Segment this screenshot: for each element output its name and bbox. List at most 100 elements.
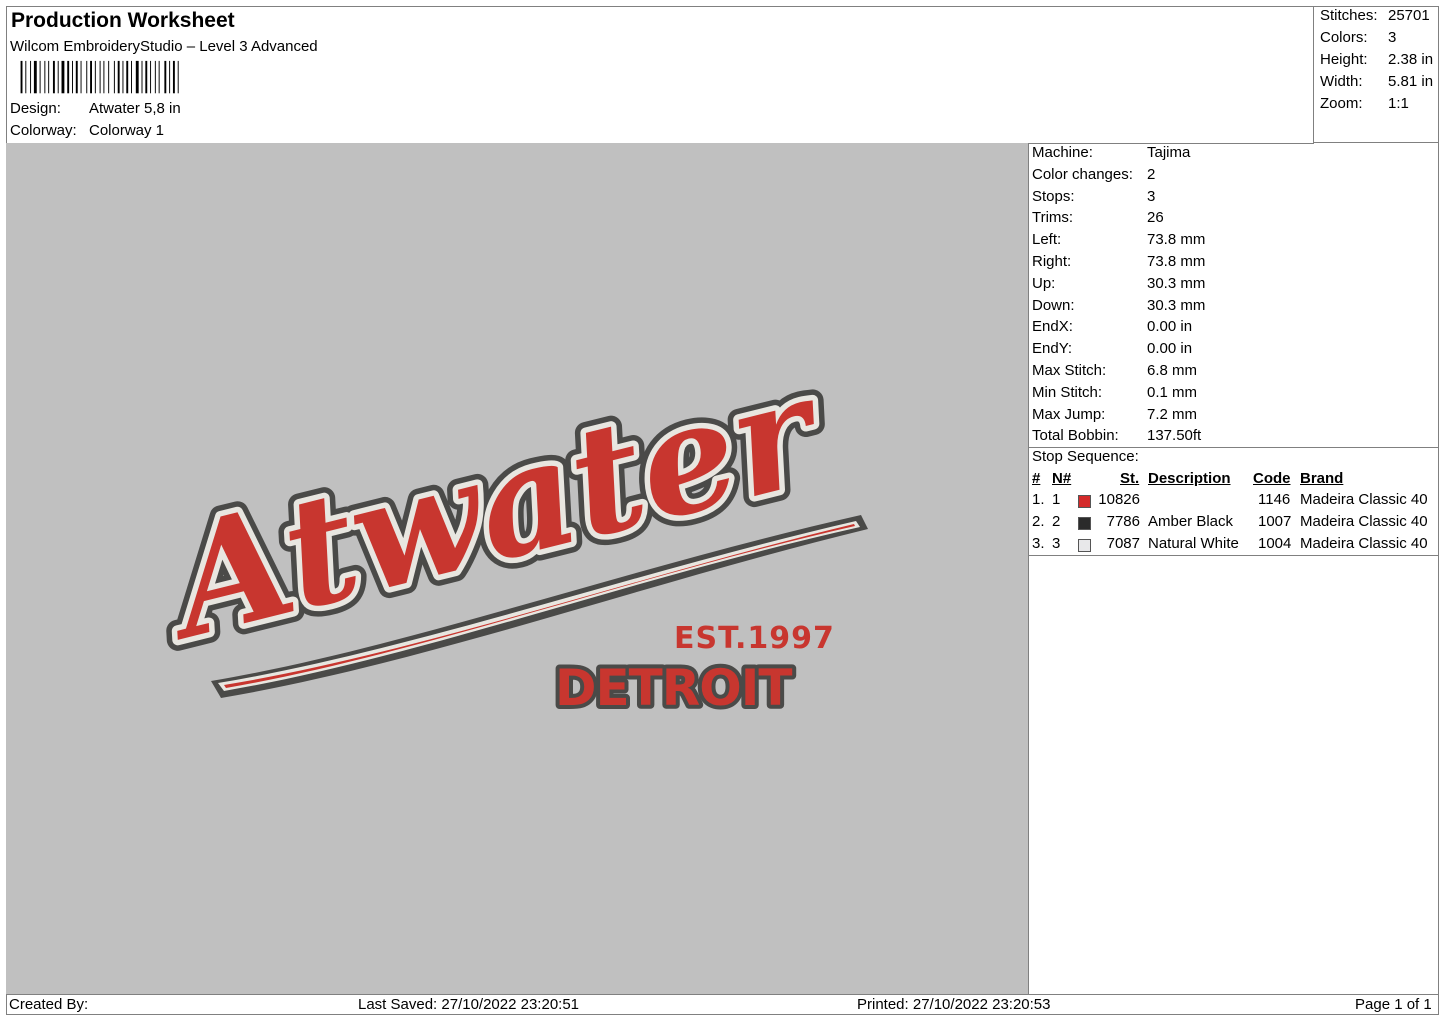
machine-value: 30.3 mm	[1147, 296, 1206, 314]
machine-value: 26	[1147, 209, 1164, 227]
stop-brand: Madeira Classic 40	[1300, 491, 1428, 508]
colorway-row: Colorway: Colorway 1	[10, 122, 164, 139]
stop-table-header: # N# St. Description Code Brand	[1028, 470, 1439, 492]
machine-row: Min Stitch: 0.1 mm	[1032, 384, 1197, 401]
page-number: Page 1 of 1	[1355, 996, 1432, 1013]
machine-value: 0.00 in	[1147, 318, 1193, 336]
machine-row: Right: 73.8 mm	[1032, 253, 1205, 270]
colorway-label: Colorway:	[10, 122, 77, 139]
stop-needle: 3	[1052, 535, 1061, 552]
machine-label: Max Stitch:	[1032, 362, 1107, 379]
machine-row: Left: 73.8 mm	[1032, 231, 1205, 248]
machine-row: Up: 30.3 mm	[1032, 275, 1205, 292]
machine-row: Machine: Tajima	[1032, 144, 1190, 161]
summary-row: Stitches: 25701	[1320, 7, 1430, 24]
machine-value: 73.8 mm	[1147, 253, 1206, 270]
page-title: Production Worksheet	[11, 9, 235, 32]
summary-label: Colors:	[1320, 29, 1368, 46]
machine-row: Stops: 3	[1032, 188, 1155, 205]
summary-value: 5.81 in	[1388, 73, 1434, 90]
stop-brand: Madeira Classic 40	[1300, 535, 1428, 552]
col-stitches: St.	[1120, 470, 1140, 487]
stop-num: 1.	[1032, 491, 1045, 508]
stop-stitches: 7786	[1106, 513, 1140, 530]
machine-label: EndY:	[1032, 340, 1073, 358]
stop-row: 3. 3 7087 Natural White 1004 Madeira Classic …	[1028, 535, 1439, 557]
summary-value: 2.38 in	[1388, 51, 1434, 68]
machine-value: 7.2 mm	[1147, 405, 1198, 423]
machine-value: 30.3 mm	[1147, 274, 1206, 292]
stop-row: 2. 2 7786 Amber Black 1007 Madeira Classic 40	[1028, 513, 1439, 535]
machine-row: EndX: 0.00 in	[1032, 318, 1192, 335]
stop-brand: Madeira Classic 40	[1300, 513, 1428, 530]
city-word: DETROIT DETROIT	[551, 655, 797, 721]
machine-label: Up:	[1032, 274, 1056, 292]
machine-label: Right:	[1032, 253, 1072, 270]
stop-description: Natural White	[1148, 535, 1239, 552]
colorway-value: Colorway 1	[89, 122, 165, 139]
machine-row: Total Bobbin: 137.50ft	[1032, 427, 1201, 444]
stop-sequence: Stop Sequence: # N# St. Description Code…	[1028, 447, 1439, 556]
summary-row: Width: 5.81 in	[1320, 73, 1433, 90]
machine-label: Color changes:	[1032, 165, 1133, 183]
machine-value: 6.8 mm	[1147, 362, 1198, 379]
machine-value: Tajima	[1147, 144, 1191, 161]
est-text: EST.1997	[674, 621, 835, 656]
machine-row: Down: 30.3 mm	[1032, 297, 1205, 314]
summary-label: Zoom:	[1320, 95, 1363, 112]
last-saved: Last Saved: 27/10/2022 23:20:51	[358, 996, 580, 1013]
machine-label: Down:	[1032, 296, 1075, 314]
machine-value: 73.8 mm	[1147, 231, 1206, 249]
summary-row: Zoom: 1:1	[1320, 95, 1409, 112]
embroidery-design: Atwater Atwater Atwater EST.1997 DETROIT…	[133, 330, 868, 721]
summary-value: 1:1	[1388, 95, 1409, 112]
machine-value: 3	[1147, 187, 1156, 205]
col-num: #	[1032, 470, 1041, 487]
created-by: Created By:	[9, 996, 89, 1013]
design-preview: Atwater Atwater Atwater EST.1997 DETROIT…	[6, 143, 1029, 994]
machine-label: EndX:	[1032, 318, 1073, 336]
stop-needle: 2	[1052, 513, 1061, 530]
machine-info: Machine: Tajima Color changes: 2 Stops: 3 Trim…	[1028, 143, 1439, 448]
col-brand: Brand	[1300, 470, 1344, 487]
summary-value: 3	[1388, 29, 1397, 46]
col-n: N#	[1052, 470, 1072, 487]
stop-stitches: 10826	[1098, 491, 1140, 508]
machine-row: Max Stitch: 6.8 mm	[1032, 362, 1197, 379]
thread-color-swatch	[1078, 495, 1091, 508]
machine-row: Trims: 26	[1032, 209, 1164, 226]
summary-row: Height: 2.38 in	[1320, 51, 1433, 68]
col-code: Code	[1253, 470, 1291, 487]
stop-code: 1146	[1258, 491, 1291, 508]
machine-value: 2	[1147, 165, 1156, 183]
summary-label: Width:	[1320, 73, 1363, 90]
summary-value: 25701	[1388, 7, 1430, 24]
stop-num: 3.	[1032, 535, 1045, 552]
machine-label: Trims:	[1032, 209, 1074, 227]
worksheet-footer: Created By: Last Saved: 27/10/2022 23:20…	[6, 994, 1439, 1016]
stop-num: 2.	[1032, 513, 1045, 530]
stop-code: 1007	[1258, 513, 1292, 530]
summary-label: Height:	[1320, 51, 1368, 68]
machine-label: Total Bobbin:	[1032, 427, 1119, 445]
machine-row: Max Jump: 7.2 mm	[1032, 406, 1197, 423]
barcode-image	[20, 60, 179, 94]
design-value: Atwater 5,8 in	[89, 100, 181, 117]
stop-sequence-title: Stop Sequence:	[1032, 448, 1139, 465]
machine-label: Min Stitch:	[1032, 383, 1103, 401]
stop-stitches: 7087	[1106, 535, 1140, 552]
design-row: Design: Atwater 5,8 in	[10, 100, 181, 117]
machine-row: Color changes: 2	[1032, 166, 1155, 183]
summary-row: Colors: 3	[1320, 29, 1396, 46]
machine-label: Machine:	[1032, 144, 1093, 161]
machine-label: Left:	[1032, 231, 1062, 249]
software-subtitle: Wilcom EmbroideryStudio – Level 3 Advanc…	[10, 38, 318, 55]
thread-color-swatch	[1078, 539, 1091, 552]
thread-color-swatch	[1078, 517, 1091, 530]
machine-label: Max Jump:	[1032, 405, 1106, 423]
machine-value: 0.1 mm	[1147, 383, 1198, 401]
printed-date: Printed: 27/10/2022 23:20:53	[857, 996, 1051, 1013]
design-label: Design:	[10, 100, 61, 117]
worksheet-header: Production Worksheet Wilcom EmbroiderySt…	[6, 6, 1314, 144]
stop-description: Amber Black	[1148, 513, 1234, 530]
